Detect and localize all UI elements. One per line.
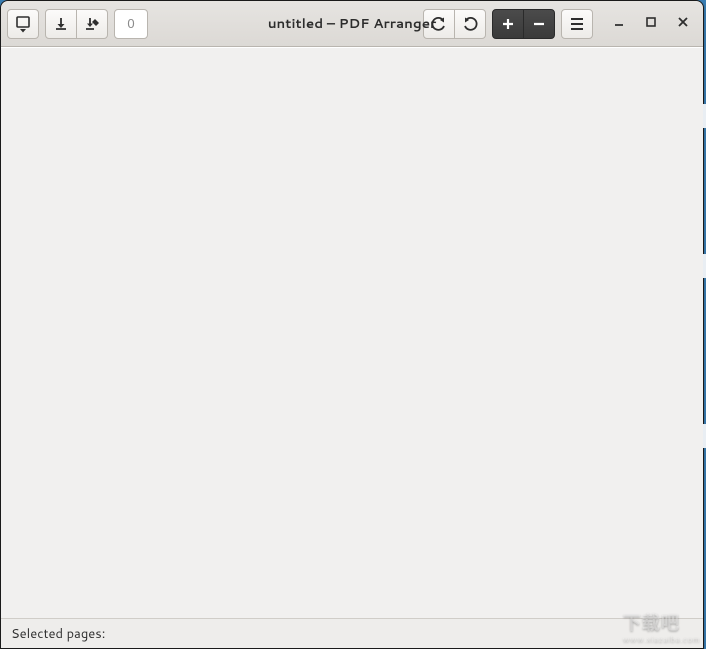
rotate-button-group xyxy=(423,9,486,39)
zoom-out-button[interactable] xyxy=(523,9,555,39)
selected-pages-label: Selected pages: xyxy=(11,625,105,643)
status-bar: Selected pages: xyxy=(1,618,703,648)
close-button[interactable] xyxy=(669,10,697,38)
rotate-left-button[interactable] xyxy=(423,9,455,39)
maximize-button[interactable] xyxy=(637,10,665,38)
open-document-icon xyxy=(14,15,32,33)
header-right-group xyxy=(423,9,697,39)
save-as-button[interactable] xyxy=(76,9,108,39)
zoom-button-group xyxy=(492,9,555,39)
download-edit-icon xyxy=(83,16,101,32)
download-icon xyxy=(53,16,69,32)
minimize-button[interactable] xyxy=(605,10,633,38)
close-icon xyxy=(677,15,689,33)
open-document-button[interactable] xyxy=(7,9,39,39)
header-left-group xyxy=(7,9,148,39)
maximize-icon xyxy=(645,15,657,33)
app-window: untitled – PDF Arranger xyxy=(0,0,704,649)
zoom-in-button[interactable] xyxy=(492,9,524,39)
save-button[interactable] xyxy=(45,9,77,39)
header-bar: untitled – PDF Arranger xyxy=(1,1,703,47)
minimize-icon xyxy=(613,15,625,33)
minus-icon xyxy=(532,17,546,31)
window-controls xyxy=(605,10,697,38)
main-menu-button[interactable] xyxy=(561,9,593,39)
save-button-group xyxy=(45,9,108,39)
rotate-left-icon xyxy=(431,16,447,32)
rotate-right-button[interactable] xyxy=(454,9,486,39)
document-area[interactable] xyxy=(1,47,703,618)
hamburger-icon xyxy=(569,17,585,31)
page-number-input[interactable] xyxy=(114,9,148,39)
plus-icon xyxy=(501,17,515,31)
rotate-right-icon xyxy=(462,16,478,32)
